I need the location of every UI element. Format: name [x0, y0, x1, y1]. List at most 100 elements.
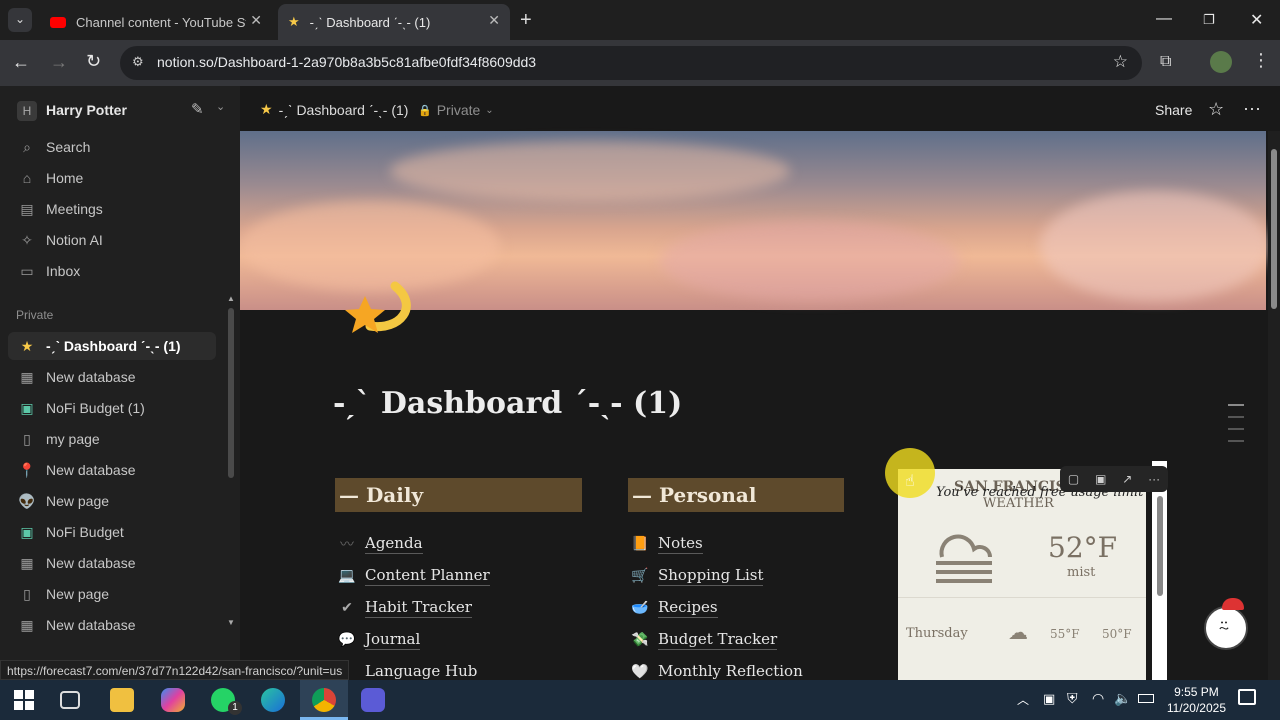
list-item[interactable]: 💬 Journal [335, 628, 421, 652]
breadcrumb[interactable]: ★ -ˏˋ Dashboard ˊ-ˎ- (1) [260, 101, 408, 118]
weather-widget[interactable]: SAN FRANCISCO WEATHER You've reached fre… [898, 469, 1146, 680]
workspace-name[interactable]: Harry Potter [46, 102, 127, 118]
file-explorer-icon[interactable] [110, 688, 134, 712]
embed-scrollbar[interactable] [1157, 496, 1163, 596]
sidebar-item-label: Home [46, 170, 84, 186]
shooting-star-icon[interactable] [340, 266, 420, 346]
comment-icon[interactable]: ▢ [1068, 472, 1079, 486]
reload-icon[interactable]: ↻ [86, 51, 101, 72]
back-icon[interactable]: ← [12, 52, 30, 73]
close-tab-icon[interactable]: ✕ [250, 12, 262, 29]
list-item[interactable]: ✔ Habit Tracker [335, 596, 472, 620]
list-item[interactable]: 📙 Notes [628, 532, 703, 556]
sidebar-item-page[interactable]: ▦ New database [8, 549, 216, 577]
list-item[interactable]: ▌ Language Hub [335, 660, 478, 680]
tray-icon[interactable]: ▣ [1043, 691, 1055, 707]
sidebar-item-meetings[interactable]: ▤ Meetings [8, 195, 216, 223]
notification-center-icon[interactable] [1238, 689, 1256, 705]
link-label: Agenda [365, 534, 423, 554]
open-external-icon[interactable]: ↗ [1122, 472, 1132, 486]
scroll-up-icon[interactable]: ▲ [227, 294, 235, 303]
profile-avatar[interactable] [1210, 51, 1232, 73]
new-tab-icon[interactable]: + [520, 9, 532, 32]
sidebar-item-page[interactable]: ▣ NoFi Budget (1) [8, 394, 216, 422]
sidebar-item-dashboard[interactable]: ★ -ˏˋ Dashboard ˊ-ˎ- (1) [8, 332, 216, 360]
battery-icon[interactable] [1138, 694, 1154, 703]
more-options-icon[interactable]: ··· [1243, 98, 1261, 119]
tab-title: -ˏˋ Dashboard ˊ-ˎ- (1) [309, 14, 431, 30]
workspace-avatar[interactable]: H [17, 101, 37, 121]
restore-icon[interactable]: ❐ [1203, 12, 1215, 28]
privacy-selector[interactable]: 🔒 Private ⌄ [418, 102, 494, 118]
sidebar-item-page[interactable]: ▦ New database [8, 363, 216, 391]
check-icon: ✔ [341, 600, 353, 616]
security-shield-icon[interactable]: ⛨ [1067, 690, 1078, 707]
copilot-icon[interactable] [161, 688, 185, 712]
clock-date: 11/20/2025 [1166, 701, 1226, 715]
sidebar-item-inbox[interactable]: ▭ Inbox [8, 257, 216, 285]
home-icon: ⌂ [22, 170, 32, 186]
site-info-icon[interactable]: ⚙ [132, 54, 144, 70]
link-label: Content Planner [365, 566, 490, 586]
share-button[interactable]: Share [1155, 102, 1192, 118]
extensions-icon[interactable]: ⧉ [1160, 53, 1171, 71]
table-of-contents-indicator[interactable] [1228, 404, 1244, 450]
new-page-icon[interactable]: ✎ [191, 100, 204, 118]
forward-icon[interactable]: → [50, 52, 68, 73]
list-item[interactable]: 〰 Agenda [335, 532, 423, 556]
sidebar-item-page[interactable]: 📍 New database [8, 456, 216, 484]
link-label: Habit Tracker [365, 598, 472, 618]
scroll-down-icon[interactable]: ▼ [227, 618, 235, 627]
tab-youtube-studio[interactable]: Channel content - YouTube Stu ✕ [40, 4, 272, 40]
taskbar-clock[interactable]: 9:55 PM 11/20/2025 [1167, 684, 1226, 716]
browser-menu-icon[interactable]: ⋮ [1252, 50, 1270, 71]
close-tab-icon[interactable]: ✕ [488, 12, 500, 29]
more-options-icon[interactable]: ··· [1148, 472, 1160, 486]
minimize-icon[interactable]: — [1156, 10, 1172, 28]
budget-icon: ▣ [20, 523, 34, 540]
tab-list-dropdown-icon[interactable]: ⌄ [8, 8, 32, 32]
sidebar-item-notion-ai[interactable]: ✧ Notion AI [8, 226, 216, 254]
personal-heading: — Personal [628, 478, 844, 512]
list-item[interactable]: 💻 Content Planner [335, 564, 490, 588]
bookmark-star-icon[interactable]: ☆ [1113, 52, 1128, 72]
chevron-down-icon[interactable]: ⌄ [216, 100, 225, 113]
list-item[interactable]: 🛒 Shopping List [628, 564, 764, 588]
shooting-star-icon: ★ [288, 14, 300, 29]
breadcrumb-label: -ˏˋ Dashboard ˊ-ˎ- (1) [278, 101, 409, 118]
list-item[interactable]: 💸 Budget Tracker [628, 628, 778, 652]
windows-start-icon[interactable] [14, 690, 34, 710]
sidebar-item-page[interactable]: 👽 New page [8, 487, 216, 515]
list-item[interactable]: 🥣 Recipes [628, 596, 718, 620]
sidebar-item-page[interactable]: ▯ my page [8, 425, 216, 453]
page-scrollbar[interactable] [1268, 131, 1280, 680]
chrome-icon[interactable] [312, 688, 336, 712]
wifi-icon[interactable]: ◠ [1092, 690, 1104, 707]
sidebar-item-page[interactable]: ▯ New page [8, 580, 216, 608]
sidebar-item-search[interactable]: ⌕ Search [8, 133, 216, 161]
sidebar-scrollbar[interactable] [228, 308, 234, 478]
tab-dashboard[interactable]: ★ -ˏˋ Dashboard ˊ-ˎ- (1) ✕ [278, 4, 510, 40]
notion-ai-assistant-button[interactable]: ⍨ [1204, 598, 1248, 650]
cloud-rain-icon: ☁ [1008, 622, 1028, 644]
favorite-star-icon[interactable]: ☆ [1208, 99, 1224, 120]
close-window-icon[interactable]: ✕ [1250, 10, 1263, 30]
sidebar-item-home[interactable]: ⌂ Home [8, 164, 216, 192]
link-label: Recipes [658, 598, 718, 618]
sidebar-item-page[interactable]: ▣ NoFi Budget [8, 518, 216, 546]
address-bar[interactable]: ⚙ notion.so/Dashboard-1-2a970b8a3b5c81af… [120, 46, 1142, 80]
page-title[interactable]: -ˏˋ Dashboard ˊ-ˎ- (1) [333, 386, 682, 421]
list-item[interactable]: 🤍 Monthly Reflection [628, 660, 802, 680]
link-label: Journal [365, 630, 421, 650]
scroll-thumb[interactable] [1271, 149, 1277, 309]
task-view-icon[interactable] [60, 691, 80, 709]
sidebar-item-page[interactable]: ▦ New database [8, 611, 216, 639]
caption-icon[interactable]: ▣ [1095, 472, 1106, 486]
section-label-private[interactable]: Private [16, 308, 53, 322]
app-icon[interactable] [361, 688, 385, 712]
volume-icon[interactable]: 🔈 [1114, 690, 1131, 707]
edge-icon[interactable] [261, 688, 285, 712]
sidebar-item-label: Meetings [46, 201, 103, 217]
chevron-down-icon: ⌄ [485, 104, 494, 116]
show-hidden-icons[interactable]: ︿ [1017, 691, 1029, 708]
